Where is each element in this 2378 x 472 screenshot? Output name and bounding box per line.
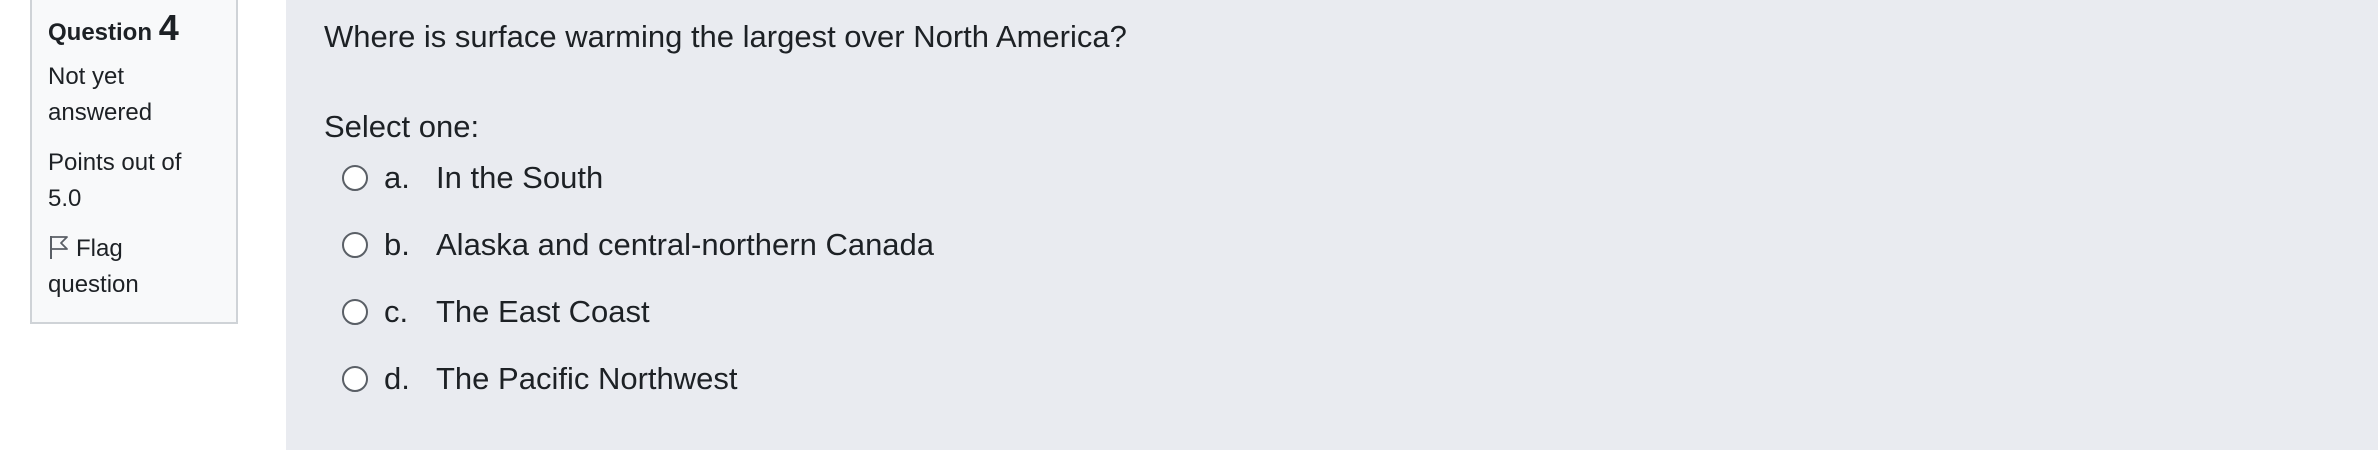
question-status: Not yet answered [48, 59, 236, 131]
answer-text-b[interactable]: Alaska and central-northern Canada [436, 222, 934, 268]
status-line-1: Not yet [48, 63, 125, 90]
answer-text-a[interactable]: In the South [436, 155, 603, 201]
question-content: Where is surface warming the largest ove… [286, 0, 2378, 450]
answer-radio-b[interactable] [342, 232, 368, 258]
answer-radio-a[interactable] [342, 165, 368, 191]
select-prompt: Select one: [324, 109, 480, 144]
answer-radio-c[interactable] [342, 299, 368, 325]
answer-text-c[interactable]: The East Coast [436, 289, 650, 335]
flag-question-toggle[interactable]: Flag question [48, 231, 236, 303]
points-line-2: 5.0 [48, 185, 82, 212]
answer-letter-d: d. [384, 361, 410, 396]
question-number: 4 [158, 7, 179, 48]
answer-letter-a: a. [384, 160, 410, 195]
question-grade: Points out of 5.0 [48, 145, 236, 217]
question-text: Where is surface warming the largest ove… [324, 19, 1127, 54]
question-info-panel: Question 4 Not yet answered Points out o… [30, 0, 238, 324]
answer-radio-d[interactable] [342, 366, 368, 392]
status-line-2: answered [48, 99, 153, 126]
answer-letter-b: b. [384, 227, 410, 262]
answer-letter-c: c. [384, 294, 409, 329]
answer-text-d[interactable]: The Pacific Northwest [436, 356, 738, 402]
flag-icon [48, 234, 70, 260]
flag-line-2: question [48, 271, 139, 298]
question-heading: Question 4 [48, 8, 236, 53]
points-line-1: Points out of [48, 149, 182, 176]
flag-line-1: Flag [76, 235, 123, 262]
question-label: Question [48, 19, 153, 46]
